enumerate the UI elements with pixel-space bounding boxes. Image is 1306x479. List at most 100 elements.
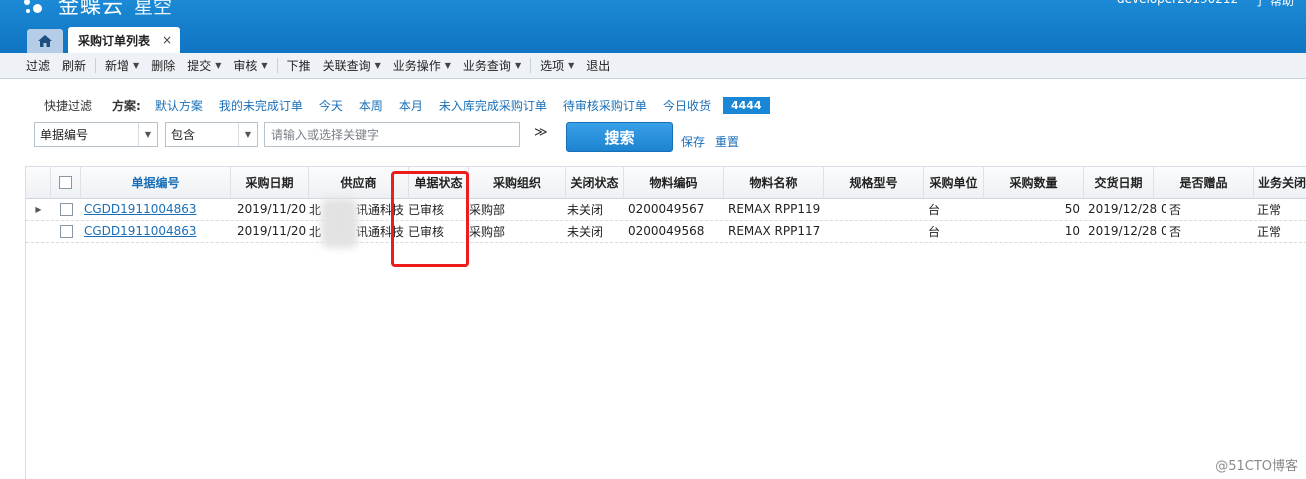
column-header-material-code[interactable]: 物料编码: [624, 167, 724, 198]
column-header-unit[interactable]: 采购单位: [924, 167, 984, 198]
grid-header: 单据编号 采购日期 供应商 单据状态 采购组织 关闭状态 物料编码 物料名称 规…: [26, 167, 1306, 199]
menu-related-query[interactable]: 关联查询 ▼: [317, 57, 387, 74]
top-banner: 金蝶云 星空 developer20190212 了 帮助 采购订单列表 ×: [0, 0, 1306, 53]
save-scheme-link[interactable]: 保存: [681, 133, 705, 150]
table-row[interactable]: CGDD1911004863 2019/11/20 北 讯通科技 已审核 采购部…: [26, 220, 1306, 243]
column-header-delivery-date[interactable]: 交货日期: [1084, 167, 1154, 198]
tab-home[interactable]: [27, 29, 63, 53]
row-indicator-header: [26, 167, 51, 198]
plan-this-month[interactable]: 本月: [399, 97, 423, 114]
chevron-down-icon: ▼: [514, 61, 522, 70]
cell-biz-close: 正常: [1257, 224, 1282, 239]
tab-label: 采购订单列表: [78, 33, 151, 48]
plan-today[interactable]: 今天: [319, 97, 343, 114]
cell-material-code: 0200049567: [628, 202, 705, 216]
plan-badge[interactable]: 4444: [722, 96, 770, 114]
cell-qty: 10: [1064, 224, 1080, 238]
logo-subtext: 星空: [134, 0, 173, 18]
column-header-material-name[interactable]: 物料名称: [724, 167, 824, 198]
column-header-close-status[interactable]: 关闭状态: [566, 167, 624, 198]
plan-default[interactable]: 默认方案: [155, 97, 203, 114]
cell-material-name: REMAX RPP117 ·: [728, 224, 824, 238]
app-logo: 金蝶云 星空: [22, 0, 172, 19]
cell-close-status: 未关闭: [567, 224, 604, 239]
cell-delivery-date: 2019/12/28 0: [1088, 202, 1166, 216]
cell-gift: 否: [1169, 202, 1182, 217]
row-checkbox[interactable]: [57, 220, 79, 242]
column-header-biz-close[interactable]: 业务关闭: [1254, 167, 1306, 198]
cell-date: 2019/11/20: [237, 224, 307, 238]
plan-not-stocked[interactable]: 未入库完成采购订单: [439, 97, 547, 114]
cell-delivery-date: 2019/12/28 0: [1088, 224, 1166, 238]
menu-business-ops[interactable]: 业务操作 ▼: [387, 57, 457, 74]
menu-options[interactable]: 选项 ▼: [534, 57, 580, 74]
checkbox-icon: [59, 176, 72, 189]
reset-link[interactable]: 重置: [715, 133, 739, 150]
menu-new[interactable]: 新增 ▼: [99, 57, 145, 74]
cell-spec: [824, 220, 924, 242]
menu-delete[interactable]: 删除: [145, 57, 181, 74]
menu-exit[interactable]: 退出: [580, 57, 616, 74]
menu-divider: [276, 58, 278, 73]
cell-purchase-org: 采购部: [469, 224, 506, 239]
redaction-blur: [321, 198, 358, 248]
plan-pending-audit[interactable]: 待审核采购订单: [563, 97, 647, 114]
menu-submit[interactable]: 提交 ▼: [181, 57, 227, 74]
menu-divider: [95, 58, 97, 73]
username[interactable]: developer20190212: [1117, 0, 1238, 9]
chevron-down-icon: ▼: [215, 61, 222, 70]
home-icon: [38, 35, 52, 47]
search-operator-select[interactable]: 包含 ▼: [165, 122, 258, 147]
tab-purchase-order-list[interactable]: 采购订单列表 ×: [68, 27, 180, 53]
user-area: developer20190212 了 帮助: [1117, 0, 1294, 9]
menu-filter[interactable]: 过滤: [20, 57, 56, 74]
bill-no-link[interactable]: CGDD1911004863: [81, 198, 231, 220]
menu-refresh[interactable]: 刷新: [56, 57, 92, 74]
plan-label: 方案:: [112, 98, 141, 113]
chevron-down-icon: ▼: [374, 61, 381, 70]
watermark: @51CTO博客: [1215, 459, 1298, 474]
cell-material-name: REMAX RPP119 ·: [728, 202, 824, 216]
menu-audit[interactable]: 审核 ▼: [227, 57, 273, 74]
menu-business-query[interactable]: 业务查询 ▼: [457, 57, 527, 74]
help-link[interactable]: 了 帮助: [1254, 0, 1294, 9]
plan-today-received[interactable]: 今日收货: [663, 97, 711, 114]
column-header-gift[interactable]: 是否赠品: [1154, 167, 1254, 198]
select-all-checkbox[interactable]: [51, 167, 81, 198]
row-checkbox[interactable]: [57, 198, 79, 220]
plan-this-week[interactable]: 本周: [359, 97, 383, 114]
close-icon[interactable]: ×: [162, 33, 172, 47]
column-header-purchase-org[interactable]: 采购组织: [469, 167, 566, 198]
chevron-down-icon: ▼: [133, 61, 140, 70]
toolbar-menu: 过滤 刷新 新增 ▼ 删除 提交 ▼ 审核 ▼ 下推 关联查询 ▼ 业务操作 ▼ 业务查询…: [0, 53, 1306, 79]
logo-icon: [22, 0, 52, 17]
column-header-date[interactable]: 采购日期: [231, 167, 309, 198]
quick-filter-bar: 快捷过滤 方案: 默认方案 我的未完成订单 今天 本周 本月 未入库完成采购订单…: [44, 96, 770, 114]
chevron-down-icon: ▼: [261, 61, 268, 70]
plan-my-unfinished[interactable]: 我的未完成订单: [219, 97, 303, 114]
menu-divider: [530, 58, 532, 73]
column-header-bill-no[interactable]: 单据编号: [81, 167, 231, 198]
chevron-down-icon: ▼: [444, 61, 451, 70]
checkbox-icon: [60, 224, 73, 238]
cell-qty: 50: [1064, 202, 1080, 216]
menu-push-down[interactable]: 下推: [281, 57, 317, 74]
search-field-select[interactable]: 单据编号 ▼: [34, 122, 158, 147]
cell-spec: [824, 198, 924, 220]
cell-biz-close: 正常: [1257, 202, 1282, 217]
bill-no-link[interactable]: CGDD1911004863: [81, 220, 231, 242]
cell-date: 2019/11/20: [237, 202, 307, 216]
highlight-box: [391, 171, 469, 267]
checkbox-icon: [60, 202, 73, 216]
table-row[interactable]: ▶ CGDD1911004863 2019/11/20 北 讯通科技 已审核 采…: [26, 198, 1306, 221]
order-list-grid: 单据编号 采购日期 供应商 单据状态 采购组织 关闭状态 物料编码 物料名称 规…: [25, 166, 1306, 479]
column-header-spec[interactable]: 规格型号: [824, 167, 924, 198]
search-button[interactable]: 搜索: [566, 122, 673, 152]
chevron-down-icon: ▼: [138, 123, 157, 146]
search-input[interactable]: [264, 122, 520, 147]
cell-unit: 台: [928, 224, 941, 239]
chevron-down-icon: ▼: [238, 123, 257, 146]
cell-unit: 台: [928, 202, 941, 217]
expand-icon[interactable]: ≫: [534, 125, 548, 140]
column-header-qty[interactable]: 采购数量: [984, 167, 1084, 198]
